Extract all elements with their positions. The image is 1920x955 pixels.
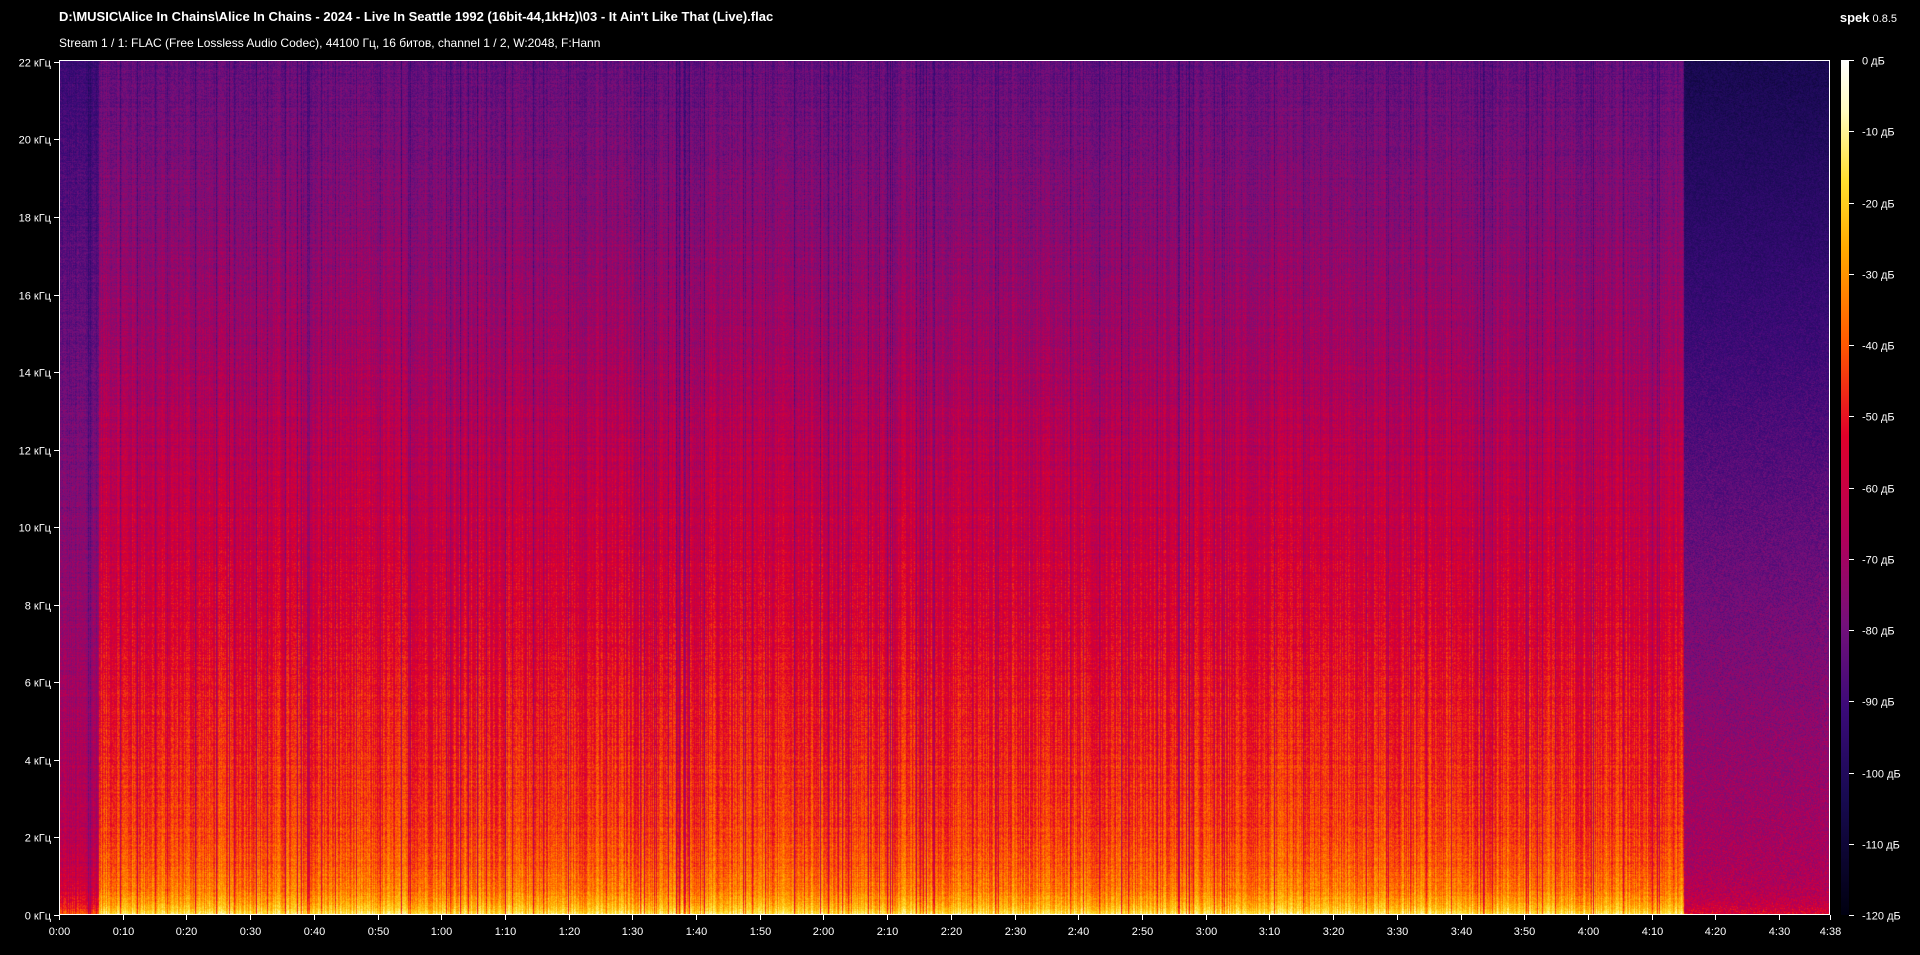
time-tick-label: 2:20 — [941, 926, 962, 938]
level-tick-label: -10 дБ — [1862, 127, 1895, 139]
time-tick-label: 2:50 — [1132, 926, 1153, 938]
stream-info: Stream 1 / 1: FLAC (Free Lossless Audio … — [59, 36, 601, 50]
time-tick-label: 3:00 — [1196, 926, 1217, 938]
app-version: 0.8.5 — [1872, 13, 1897, 25]
time-tick-label: 3:10 — [1259, 926, 1280, 938]
level-tick-label: 0 дБ — [1862, 56, 1885, 68]
level-tick-label: -20 дБ — [1862, 199, 1895, 211]
time-tick-label: 4:38 — [1820, 926, 1841, 938]
frequency-tick-label: 0 кГц — [25, 911, 52, 923]
time-tick-label: 3:30 — [1387, 926, 1408, 938]
time-tick-label: 0:00 — [49, 926, 70, 938]
frequency-axis: 0 кГц 2 кГц 4 кГц 6 кГц 8 кГц 10 кГц 12 кГц 14 … — [19, 58, 59, 923]
time-tick-label: 1:10 — [495, 926, 516, 938]
time-tick-label: 4:30 — [1769, 926, 1790, 938]
app-brand: spek 0.8.5 — [1840, 10, 1897, 25]
time-tick-label: 4:10 — [1642, 926, 1663, 938]
time-tick-label: 2:10 — [877, 926, 898, 938]
time-tick-label: 1:00 — [431, 926, 452, 938]
time-tick-label: 4:00 — [1578, 926, 1599, 938]
time-tick-label: 1:20 — [559, 926, 580, 938]
level-tick-label: -90 дБ — [1862, 697, 1895, 709]
time-tick-label: 2:00 — [813, 926, 834, 938]
level-tick-label: -40 дБ — [1862, 341, 1895, 353]
frequency-tick-label: 18 кГц — [19, 213, 52, 225]
frequency-tick-label: 20 кГц — [19, 135, 52, 147]
time-tick-label: 0:20 — [176, 926, 197, 938]
app-name: spek — [1839, 10, 1870, 25]
frequency-tick-label: 16 кГц — [19, 291, 52, 303]
time-tick-label: 2:40 — [1068, 926, 1089, 938]
frequency-tick-label: 10 кГц — [19, 523, 52, 535]
level-tick-label: -30 дБ — [1862, 270, 1895, 282]
level-axis: 0 дБ -10 дБ -20 дБ -30 дБ -40 дБ -50 дБ -60 дБ… — [1849, 56, 1901, 923]
time-tick-label: 0:10 — [113, 926, 134, 938]
file-path-title: D:\MUSIC\Alice In Chains\Alice In Chains… — [59, 9, 774, 24]
level-tick-label: -120 дБ — [1862, 911, 1901, 923]
level-tick-label: -50 дБ — [1862, 412, 1895, 424]
time-axis: 0:00 0:10 0:20 0:30 0:40 0:50 1:00 1:10 1:20 1:30… — [49, 915, 1841, 938]
frequency-tick-label: 14 кГц — [19, 368, 52, 380]
level-colorbar — [1841, 60, 1849, 915]
spectrogram[interactable] — [59, 60, 1830, 915]
level-tick-label: -70 дБ — [1862, 555, 1895, 567]
time-tick-label: 3:40 — [1451, 926, 1472, 938]
level-tick-label: -60 дБ — [1862, 484, 1895, 496]
level-tick-label: -110 дБ — [1862, 840, 1900, 852]
frequency-tick-label: 6 кГц — [25, 678, 52, 690]
time-tick-label: 0:40 — [304, 926, 325, 938]
frequency-tick-label: 22 кГц — [19, 58, 52, 70]
spectrogram-canvas — [59, 60, 1830, 915]
time-tick-label: 0:30 — [240, 926, 261, 938]
frequency-tick-label: 12 кГц — [19, 446, 52, 458]
time-tick-label: 3:50 — [1514, 926, 1535, 938]
level-tick-label: -80 дБ — [1862, 626, 1895, 638]
frequency-tick-label: 2 кГц — [25, 833, 52, 845]
time-tick-label: 4:20 — [1705, 926, 1726, 938]
time-tick-label: 0:50 — [368, 926, 389, 938]
level-tick-label: -100 дБ — [1862, 769, 1901, 781]
time-tick-label: 1:50 — [750, 926, 771, 938]
time-tick-label: 2:30 — [1005, 926, 1026, 938]
time-tick-label: 1:30 — [622, 926, 643, 938]
frequency-tick-label: 8 кГц — [25, 601, 52, 613]
frequency-tick-label: 4 кГц — [25, 756, 52, 768]
time-tick-label: 3:20 — [1323, 926, 1344, 938]
time-tick-label: 1:40 — [686, 926, 707, 938]
